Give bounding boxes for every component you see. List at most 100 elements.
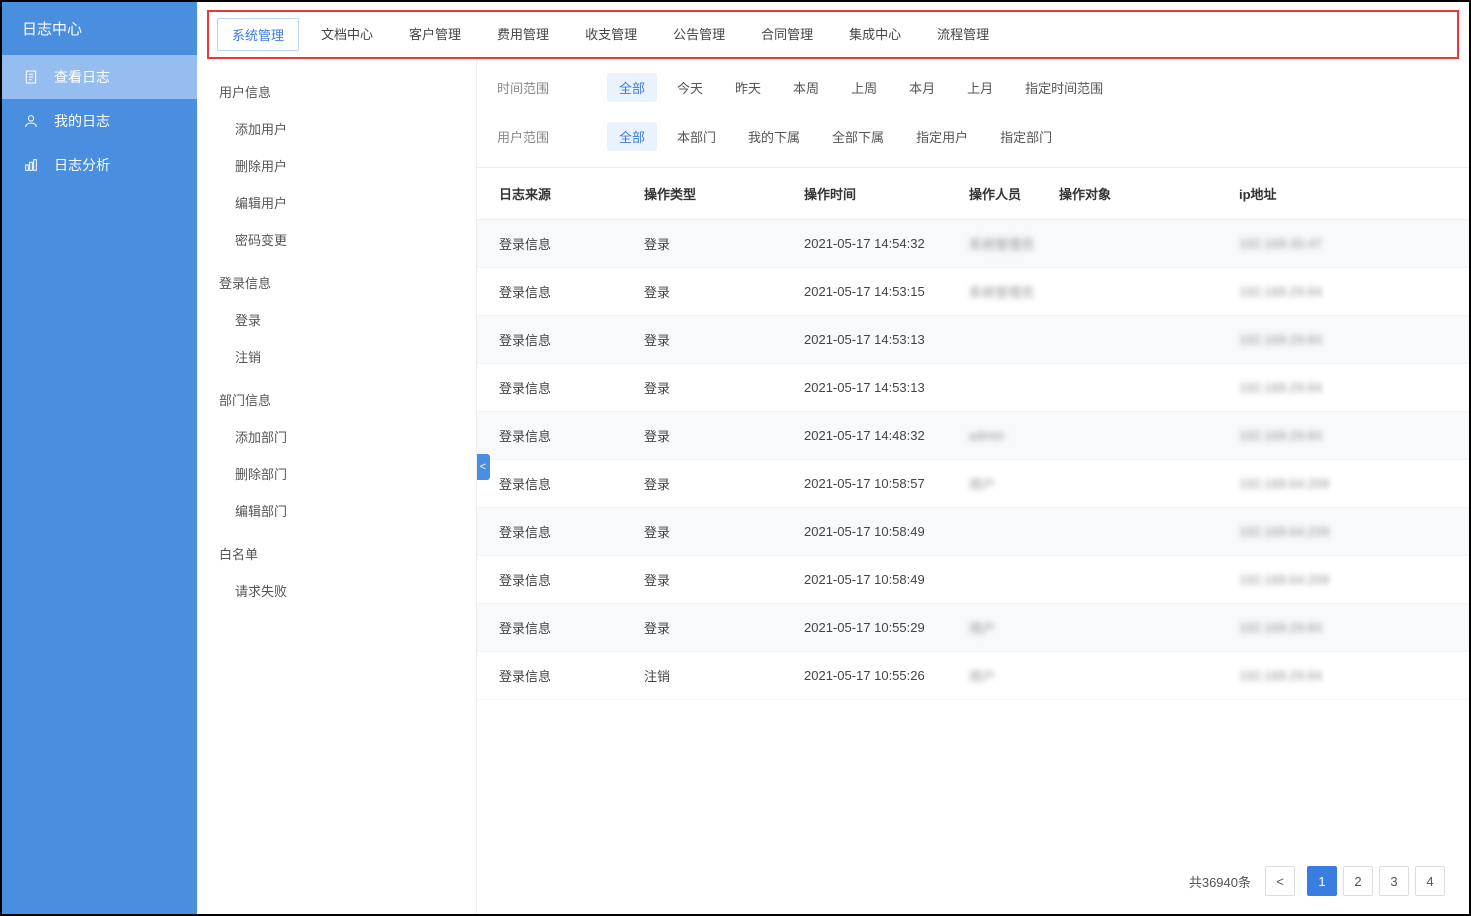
cell-person: 用户 [957,652,1047,700]
cell-type: 登录 [632,268,792,316]
cell-target [1047,652,1227,700]
top-tab-6[interactable]: 合同管理 [747,18,827,51]
cell-source: 登录信息 [477,316,632,364]
page-btn-4[interactable]: 4 [1415,866,1445,896]
sidebar-item-label: 日志分析 [54,155,110,175]
table-row[interactable]: 登录信息登录2021-05-17 10:55:29用户192.168.29.84 [477,604,1469,652]
cell-time: 2021-05-17 14:48:32 [792,412,957,460]
cell-target [1047,412,1227,460]
cell-source: 登录信息 [477,604,632,652]
sidebar-item-1[interactable]: 我的日志 [2,99,197,143]
collapse-tree-handle[interactable]: < [477,454,490,480]
cell-type: 登录 [632,556,792,604]
top-tab-3[interactable]: 费用管理 [483,18,563,51]
filter-user-opt-0[interactable]: 全部 [607,122,657,151]
cell-time: 2021-05-17 10:58:49 [792,508,957,556]
filter-user-opt-2[interactable]: 我的下属 [736,122,812,151]
table-header-2: 操作时间 [792,168,957,220]
cell-target [1047,460,1227,508]
filter-user-opt-4[interactable]: 指定用户 [904,122,980,151]
sidebar: 日志中心 查看日志我的日志日志分析 [2,2,197,914]
category-tree: 用户信息添加用户删除用户编辑用户密码变更登录信息登录注销部门信息添加部门删除部门… [197,59,477,914]
cell-type: 登录 [632,460,792,508]
table-header-3: 操作人员 [957,168,1047,220]
tree-item-1-1[interactable]: 注销 [213,338,472,375]
cell-ip: 192.168.29.84 [1227,412,1469,460]
top-tabs-container: 系统管理文档中心客户管理费用管理收支管理公告管理合同管理集成中心流程管理 [197,2,1469,59]
cell-ip: 192.168.29.84 [1227,316,1469,364]
tree-item-1-0[interactable]: 登录 [213,301,472,338]
table-row[interactable]: 登录信息登录2021-05-17 14:53:15系统管理员192.168.29… [477,268,1469,316]
tree-item-3-0[interactable]: 请求失败 [213,572,472,609]
table-row[interactable]: 登录信息登录2021-05-17 14:48:32admin192.168.29… [477,412,1469,460]
cell-source: 登录信息 [477,412,632,460]
tree-item-2-0[interactable]: 添加部门 [213,418,472,455]
cell-ip: 192.168.64.209 [1227,460,1469,508]
table-row[interactable]: 登录信息登录2021-05-17 14:54:32系统管理员192.168.30… [477,220,1469,268]
filter-time-opt-2[interactable]: 昨天 [723,73,773,102]
sidebar-item-2[interactable]: 日志分析 [2,143,197,187]
top-tab-1[interactable]: 文档中心 [307,18,387,51]
cell-source: 登录信息 [477,652,632,700]
user-icon [22,112,40,130]
table-row[interactable]: 登录信息登录2021-05-17 14:53:13192.168.29.84 [477,364,1469,412]
filter-row-user: 用户范围 全部本部门我的下属全部下属指定用户指定部门 [477,112,1469,161]
filter-time-opt-7[interactable]: 指定时间范围 [1013,73,1115,102]
filter-time-opt-0[interactable]: 全部 [607,73,657,102]
filter-user-opt-1[interactable]: 本部门 [665,122,728,151]
top-tab-2[interactable]: 客户管理 [395,18,475,51]
cell-time: 2021-05-17 14:54:32 [792,220,957,268]
sidebar-title: 日志中心 [2,2,197,55]
cell-person: 用户 [957,460,1047,508]
cell-time: 2021-05-17 10:58:57 [792,460,957,508]
top-tab-5[interactable]: 公告管理 [659,18,739,51]
tree-group-2[interactable]: 部门信息 [213,381,472,418]
tree-group-0[interactable]: 用户信息 [213,73,472,110]
sidebar-item-0[interactable]: 查看日志 [2,55,197,99]
cell-ip: 192.168.64.209 [1227,508,1469,556]
page-btn-1[interactable]: 1 [1307,866,1337,896]
filter-user-opt-3[interactable]: 全部下属 [820,122,896,151]
table-row[interactable]: 登录信息登录2021-05-17 14:53:13192.168.29.84 [477,316,1469,364]
filter-time-opt-6[interactable]: 上月 [955,73,1005,102]
cell-person [957,508,1047,556]
tree-group-3[interactable]: 白名单 [213,535,472,572]
top-tab-7[interactable]: 集成中心 [835,18,915,51]
top-tab-4[interactable]: 收支管理 [571,18,651,51]
tree-item-0-0[interactable]: 添加用户 [213,110,472,147]
cell-source: 登录信息 [477,556,632,604]
tree-item-0-1[interactable]: 删除用户 [213,147,472,184]
table-row[interactable]: 登录信息登录2021-05-17 10:58:49192.168.64.209 [477,556,1469,604]
filter-panel: 时间范围 全部今天昨天本周上周本月上月指定时间范围 用户范围 全部本部门我的下属… [477,59,1469,168]
cell-target [1047,508,1227,556]
cell-person: admin [957,412,1047,460]
table-row[interactable]: 登录信息登录2021-05-17 10:58:57用户192.168.64.20… [477,460,1469,508]
top-tab-8[interactable]: 流程管理 [923,18,1003,51]
pagination-prev[interactable]: < [1265,866,1295,896]
tree-item-0-3[interactable]: 密码变更 [213,221,472,258]
tree-item-2-1[interactable]: 删除部门 [213,455,472,492]
chart-icon [22,156,40,174]
cell-target [1047,220,1227,268]
page-btn-2[interactable]: 2 [1343,866,1373,896]
cell-type: 登录 [632,364,792,412]
top-tab-0[interactable]: 系统管理 [217,18,299,51]
tree-group-1[interactable]: 登录信息 [213,264,472,301]
filter-user-opt-5[interactable]: 指定部门 [988,122,1064,151]
cell-ip: 192.168.64.209 [1227,556,1469,604]
filter-time-opt-5[interactable]: 本月 [897,73,947,102]
table-row[interactable]: 登录信息注销2021-05-17 10:55:26用户192.168.29.84 [477,652,1469,700]
cell-type: 登录 [632,220,792,268]
page-btn-3[interactable]: 3 [1379,866,1409,896]
cell-ip: 192.168.30.47 [1227,220,1469,268]
tree-item-0-2[interactable]: 编辑用户 [213,184,472,221]
cell-person [957,556,1047,604]
table-row[interactable]: 登录信息登录2021-05-17 10:58:49192.168.64.209 [477,508,1469,556]
filter-time-opt-4[interactable]: 上周 [839,73,889,102]
filter-time-opt-3[interactable]: 本周 [781,73,831,102]
log-table: 日志来源操作类型操作时间操作人员操作对象ip地址 登录信息登录2021-05-1… [477,168,1469,700]
log-table-wrap: 日志来源操作类型操作时间操作人员操作对象ip地址 登录信息登录2021-05-1… [477,168,1469,848]
filter-time-opt-1[interactable]: 今天 [665,73,715,102]
tree-item-2-2[interactable]: 编辑部门 [213,492,472,529]
filter-label-time: 时间范围 [497,78,607,97]
